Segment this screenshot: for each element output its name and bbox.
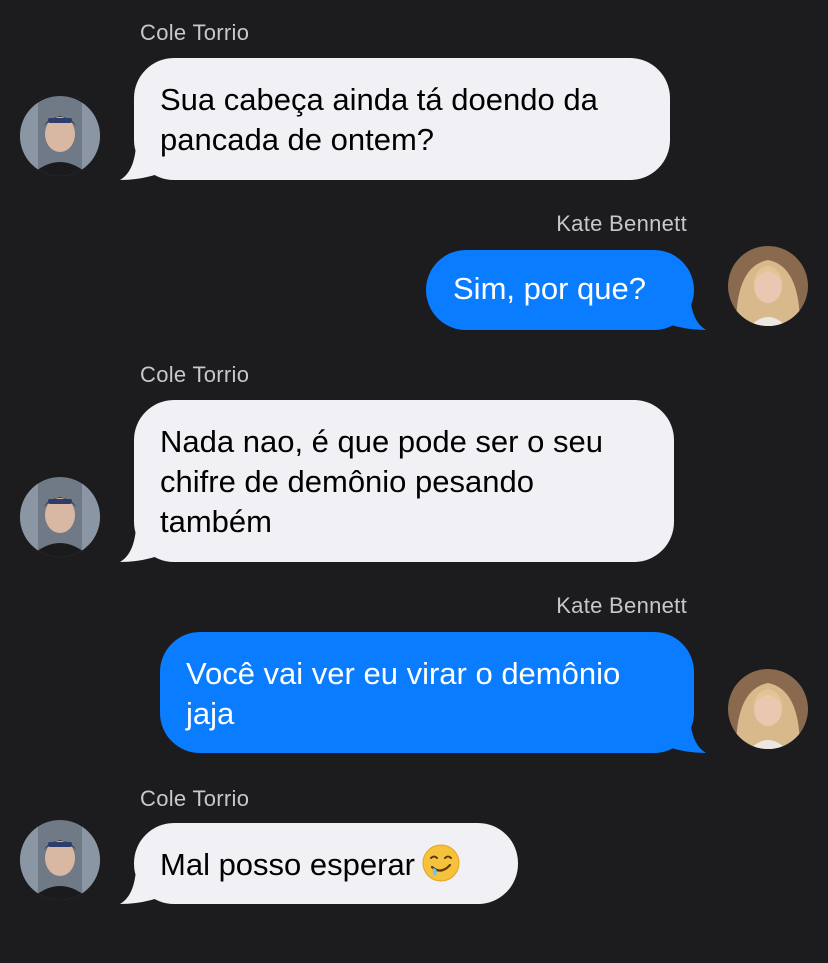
message-bubble-incoming[interactable]: Mal posso esperar — [134, 823, 518, 904]
message-text: Sim, por que? — [453, 271, 646, 306]
person-avatar-icon — [728, 669, 808, 749]
avatar-kate-bennett[interactable] — [728, 246, 808, 326]
avatar-cole-torrio[interactable] — [20, 96, 100, 176]
sender-name: Cole Torrio — [140, 362, 250, 387]
message-text: Sua cabeça ainda tá doendo da pancada de… — [160, 82, 598, 157]
message-text: Mal posso esperar — [160, 847, 416, 882]
chat-thread: Cole Torrio Sua cabeça ainda tá doendo d… — [0, 0, 828, 963]
sender-name: Kate Bennett — [556, 211, 687, 236]
avatar-cole-torrio[interactable] — [20, 820, 100, 900]
person-avatar-icon — [20, 477, 100, 557]
person-avatar-icon — [20, 820, 100, 900]
sender-name: Kate Bennett — [556, 593, 687, 618]
sender-name: Cole Torrio — [140, 20, 250, 45]
sender-name: Cole Torrio — [140, 786, 250, 811]
message-bubble-incoming[interactable]: Nada nao, é que pode ser o seu chifre de… — [134, 400, 674, 562]
message-text: Você vai ver eu virar o demônio jaja — [186, 656, 621, 731]
avatar-kate-bennett[interactable] — [728, 669, 808, 749]
message-bubble-outgoing[interactable]: Você vai ver eu virar o demônio jaja — [160, 632, 694, 753]
avatar-cole-torrio[interactable] — [20, 477, 100, 557]
message-bubble-outgoing[interactable]: Sim, por que? — [426, 250, 694, 330]
message-bubble-incoming[interactable]: Sua cabeça ainda tá doendo da pancada de… — [134, 58, 670, 180]
drooling-face-emoji-icon — [422, 844, 460, 882]
message-text: Nada nao, é que pode ser o seu chifre de… — [160, 424, 603, 539]
person-avatar-icon — [20, 96, 100, 176]
person-avatar-icon — [728, 246, 808, 326]
